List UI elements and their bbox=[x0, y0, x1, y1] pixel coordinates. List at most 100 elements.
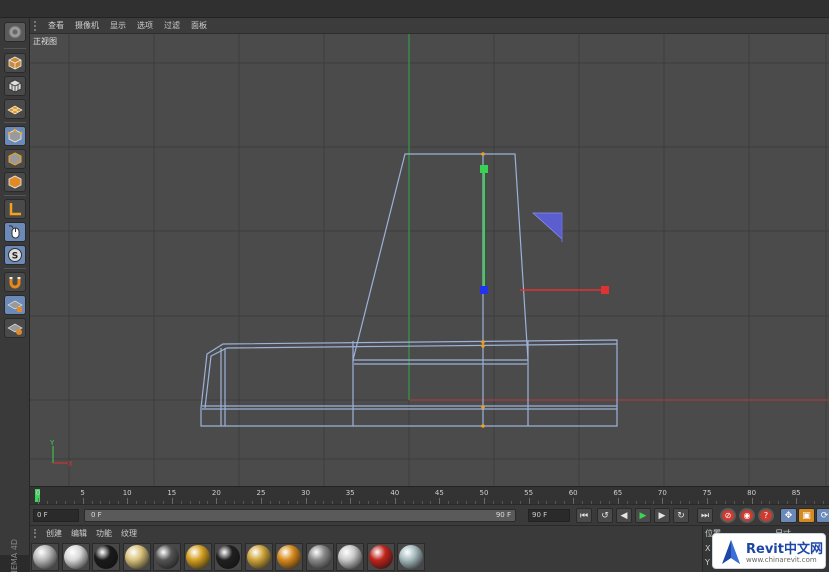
position-key-button[interactable]: ✥ bbox=[780, 508, 797, 523]
timeline-tick-label: 40 bbox=[390, 489, 400, 497]
material-swatch[interactable] bbox=[336, 543, 364, 571]
timeline-tick-label: 10 bbox=[122, 489, 132, 497]
material-swatch[interactable] bbox=[244, 543, 273, 571]
timeline-tick-label: 80 bbox=[747, 489, 757, 497]
view-name-label: 正视图 bbox=[33, 37, 57, 46]
material-swatch[interactable] bbox=[31, 543, 59, 571]
previous-frame-button[interactable]: ◀ bbox=[616, 508, 632, 523]
snap-button[interactable]: S bbox=[4, 245, 26, 265]
gold-ball-icon bbox=[246, 545, 271, 569]
previous-key-button[interactable]: ↺ bbox=[597, 508, 613, 523]
panel-grip-icon[interactable] bbox=[34, 20, 40, 31]
cube-icon bbox=[8, 56, 22, 70]
menu-edit[interactable]: 编辑 bbox=[71, 528, 87, 539]
texture-mode-button[interactable] bbox=[4, 76, 26, 96]
coord-x-label: X bbox=[705, 544, 711, 553]
max-frame-field[interactable]: 90 F bbox=[528, 509, 570, 522]
undo-view-button[interactable] bbox=[4, 22, 26, 42]
previous-frame-icon: ◀ bbox=[620, 510, 628, 521]
gold-ball-icon bbox=[185, 545, 210, 569]
white-gloss-ball-icon bbox=[33, 545, 57, 569]
axis-mode-button[interactable] bbox=[4, 199, 26, 219]
preview-range-slider[interactable]: 0 F 90 F bbox=[84, 509, 516, 522]
material-swatch[interactable] bbox=[397, 543, 425, 571]
scale-key-button[interactable]: ▣ bbox=[798, 508, 815, 523]
dark-gray-ball-icon bbox=[155, 545, 179, 569]
polygon-mode-button[interactable] bbox=[4, 172, 26, 192]
model-mode-button[interactable] bbox=[4, 53, 26, 73]
next-key-icon: ↻ bbox=[677, 510, 685, 521]
checker-cube-icon bbox=[8, 79, 22, 93]
panel-grip-icon[interactable] bbox=[34, 528, 40, 538]
black-gloss-ball-icon bbox=[216, 545, 240, 569]
render-grid-button[interactable] bbox=[4, 318, 26, 338]
workplane-lock-button[interactable] bbox=[4, 295, 26, 315]
cream-ball-icon bbox=[124, 545, 149, 569]
timeline-tick-label: 30 bbox=[301, 489, 311, 497]
material-swatch[interactable] bbox=[305, 543, 334, 571]
keyframe-help-icon: ? bbox=[763, 511, 769, 520]
menu-texture[interactable]: 纹理 bbox=[121, 528, 137, 539]
scale-icon: ▣ bbox=[802, 510, 811, 521]
glass-texture-ball-icon bbox=[399, 545, 423, 569]
go-to-start-button[interactable]: ⏮ bbox=[576, 508, 592, 523]
tweak-mode-button[interactable] bbox=[4, 222, 26, 242]
play-icon: ▶ bbox=[639, 510, 647, 521]
edge-point bbox=[481, 424, 485, 428]
viewport-panel[interactable]: 查看 摄像机 显示 选项 过滤 面板 正视图 Y X bbox=[30, 18, 829, 486]
magnet-button[interactable] bbox=[4, 272, 26, 292]
menu-filter[interactable]: 过滤 bbox=[164, 20, 180, 31]
timeline-tick-label: 20 bbox=[211, 489, 221, 497]
material-swatch[interactable] bbox=[92, 543, 120, 571]
move-arrows-icon: ✥ bbox=[784, 510, 793, 521]
gizmo-y-handle bbox=[480, 165, 488, 173]
material-swatch[interactable] bbox=[122, 543, 151, 571]
red-ball-icon bbox=[368, 545, 393, 569]
material-menubar: 创建 编辑 功能 纹理 bbox=[30, 526, 702, 540]
edge-mode-button[interactable] bbox=[4, 149, 26, 169]
edge-point bbox=[481, 340, 485, 344]
timeline-tick-label: 50 bbox=[479, 489, 489, 497]
silver-ball-icon bbox=[338, 545, 362, 569]
coord-y-label: Y bbox=[705, 558, 710, 567]
material-swatch[interactable] bbox=[275, 543, 303, 571]
axis-l-icon bbox=[9, 203, 21, 216]
rotation-key-button[interactable]: ⟳ bbox=[816, 508, 829, 523]
viewport-menubar: 查看 摄像机 显示 选项 过滤 面板 bbox=[30, 18, 829, 34]
menu-create[interactable]: 创建 bbox=[46, 528, 62, 539]
menu-cameras[interactable]: 摄像机 bbox=[75, 20, 99, 31]
material-swatch[interactable] bbox=[214, 543, 242, 571]
go-to-end-button[interactable]: ⏭ bbox=[697, 508, 713, 523]
material-swatch[interactable] bbox=[183, 543, 212, 571]
grid-badge-icon bbox=[7, 323, 23, 335]
edge-point bbox=[481, 405, 485, 409]
record-active-button[interactable]: ⊘ bbox=[720, 508, 736, 523]
points-cube-icon bbox=[7, 128, 23, 143]
material-swatch[interactable] bbox=[153, 543, 181, 571]
current-frame-field[interactable]: 0 F bbox=[33, 509, 79, 522]
menu-view[interactable]: 查看 bbox=[48, 20, 64, 31]
timeline-tick-label: 85 bbox=[791, 489, 801, 497]
menu-display[interactable]: 显示 bbox=[110, 20, 126, 31]
noise-ball-icon bbox=[307, 545, 332, 569]
play-button[interactable]: ▶ bbox=[635, 508, 651, 523]
material-swatch[interactable] bbox=[61, 543, 90, 571]
point-mode-button[interactable] bbox=[4, 126, 26, 146]
menu-options[interactable]: 选项 bbox=[137, 20, 153, 31]
timeline-tick-label: 0 bbox=[35, 489, 41, 497]
workplane-mode-button[interactable] bbox=[4, 99, 26, 119]
autokey-button[interactable]: ◉ bbox=[739, 508, 755, 523]
grid-plane-icon bbox=[7, 105, 23, 115]
timeline-ruler[interactable]: 0 5 10 15 20 25 30 35 40 45 50 55 60 65 70 75 80 85 bbox=[30, 486, 829, 504]
next-key-button[interactable]: ↻ bbox=[673, 508, 689, 523]
go-to-start-icon: ⏮ bbox=[579, 510, 589, 521]
menu-panel[interactable]: 面板 bbox=[191, 20, 207, 31]
viewport-canvas[interactable]: Y X bbox=[30, 34, 829, 486]
gizmo-x-handle bbox=[601, 286, 609, 294]
gizmo-pivot bbox=[480, 286, 488, 294]
material-swatch[interactable] bbox=[366, 543, 395, 571]
timeline-tick-label: 60 bbox=[568, 489, 578, 497]
menu-function[interactable]: 功能 bbox=[96, 528, 112, 539]
next-frame-button[interactable]: ▶ bbox=[654, 508, 670, 523]
keyframe-selection-button[interactable]: ? bbox=[758, 508, 774, 523]
